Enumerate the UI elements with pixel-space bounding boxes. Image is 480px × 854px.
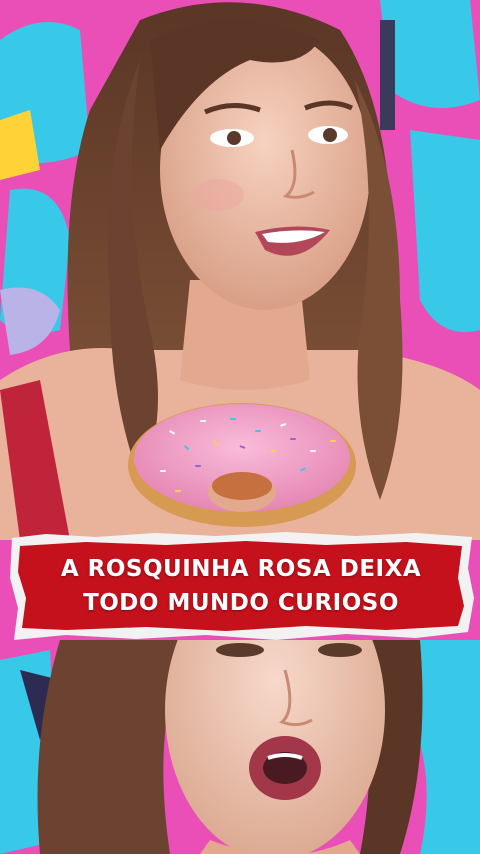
bottom-scene [0, 640, 480, 854]
caption-text: A ROSQUINHA ROSA DEIXA TODO MUNDO CURIOS… [6, 552, 476, 620]
graffiti-accent [380, 20, 395, 130]
left-pupil [227, 131, 241, 145]
caption-banner: A ROSQUINHA ROSA DEIXA TODO MUNDO CURIOS… [6, 528, 476, 646]
top-video-frame [0, 0, 480, 540]
caption-line-1: A ROSQUINHA ROSA DEIXA [60, 556, 422, 582]
top-scene [0, 0, 480, 540]
donut-icon [128, 403, 356, 527]
bottom-video-frame [0, 640, 480, 854]
left-cheek [192, 179, 244, 211]
right-pupil [323, 128, 337, 142]
caption-line-2: TODO MUNDO CURIOSO [83, 590, 399, 616]
